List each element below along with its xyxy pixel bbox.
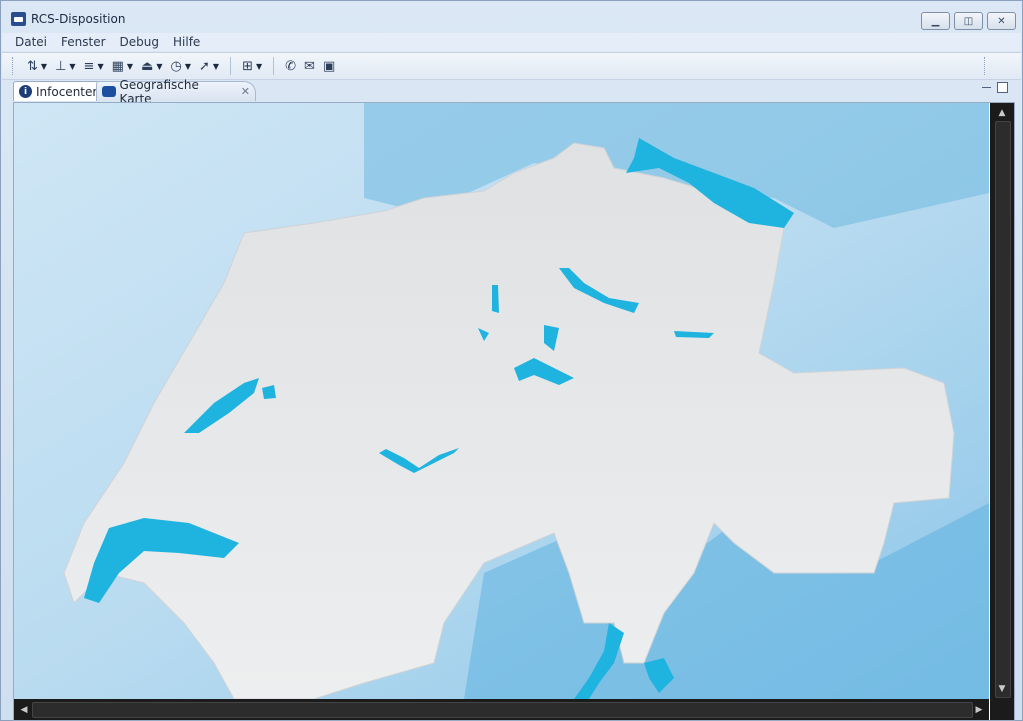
baseline-dropdown[interactable]: ⏏ ▼ [138,56,165,76]
horizontal-scroll-thumb[interactable] [32,702,973,718]
menu-datei[interactable]: Datei [15,35,47,49]
chevron-down-icon: ▼ [40,61,48,71]
scroll-right-icon[interactable]: ▶ [971,701,987,718]
close-icon: ✕ [997,15,1006,27]
contact-card-button[interactable]: ▣ [320,56,338,76]
north-arrow-dropdown[interactable]: ⇅ ▼ [24,56,50,76]
pointer-arrow-icon: ➚ [199,58,210,74]
scroll-left-icon[interactable]: ◀ [16,701,32,718]
map-view: ▲ ▼ ◀ ▶ [13,102,1015,721]
minimize-view-button[interactable] [982,87,991,88]
window-title: RCS-Disposition [31,12,126,26]
vertical-scroll-thumb[interactable] [995,121,1011,698]
close-tab-icon[interactable]: ✕ [241,85,250,98]
chevron-down-icon: ▼ [184,61,192,71]
toolbar-grip-right[interactable] [984,57,987,75]
clock-dropdown[interactable]: ◷ ▼ [168,56,195,76]
minimize-icon: ▁ [931,15,940,27]
tab-label: Infocenter [36,84,98,99]
line-style-icon: ≡ [83,58,95,74]
tab-geografische-karte[interactable]: Geografische Karte ✕ [96,78,256,106]
title-bar[interactable]: RCS-Disposition ▁ ◫ ✕ [1,1,1022,33]
envelope-button[interactable]: ✉ [301,56,318,76]
toolbar-grip[interactable] [12,57,16,75]
envelope-icon: ✉ [304,58,315,74]
map-icon [102,86,116,97]
app-icon [11,12,26,26]
scroll-down-icon[interactable]: ▼ [990,681,1014,697]
chevron-down-icon: ▼ [69,61,76,71]
line-style-dropdown[interactable]: ≡ ▼ [81,56,107,76]
phone-icon: ✆ [285,58,297,74]
baseline-icon: ⏏ [141,58,154,74]
restore-button[interactable]: ◫ [954,12,983,30]
grid-pattern-dropdown[interactable]: ▦ ▼ [109,56,136,76]
menu-fenster[interactable]: Fenster [61,35,106,49]
info-icon: i [19,85,32,98]
vertical-scrollbar[interactable]: ▲ ▼ [990,103,1014,699]
table-layout-dropdown[interactable]: ⊞ ▼ [239,56,265,76]
clock-icon: ◷ [170,58,182,74]
window-controls: ▁ ◫ ✕ [921,12,1016,30]
toolbar-separator [273,57,275,75]
small-lake-3 [492,285,499,313]
menu-debug[interactable]: Debug [120,35,159,49]
chevron-down-icon: ▼ [212,61,220,71]
scrollbar-corner [990,699,1014,720]
pointer-dropdown[interactable]: ➚ ▼ [196,56,222,76]
table-layout-icon: ⊞ [242,58,253,74]
chevron-down-icon: ▼ [126,61,134,71]
close-button[interactable]: ✕ [987,12,1016,30]
align-icon: ⊥ [55,58,67,74]
view-controls [982,82,1008,93]
north-arrow-icon: ⇅ [27,58,38,74]
scroll-up-icon[interactable]: ▲ [990,105,1014,121]
toolbar-separator [230,57,232,75]
phone-button[interactable]: ✆ [282,56,299,76]
chevron-down-icon: ▼ [97,61,104,71]
tab-infocenter[interactable]: i Infocenter [13,81,105,101]
chevron-down-icon: ▼ [156,61,163,71]
contact-card-icon: ▣ [322,58,336,74]
editor-tabs: i Infocenter Geografische Karte ✕ [13,78,1010,106]
restore-icon: ◫ [963,15,974,27]
horizontal-scrollbar[interactable]: ◀ ▶ [14,699,989,720]
menu-hilfe[interactable]: Hilfe [173,35,200,49]
align-dropdown[interactable]: ⊥ ▼ [52,56,78,76]
minimize-button[interactable]: ▁ [921,12,950,30]
switzerland-map[interactable] [14,103,989,699]
chevron-down-icon: ▼ [255,61,263,71]
grid-pattern-icon: ▦ [111,58,124,74]
app-window: RCS-Disposition ▁ ◫ ✕ Datei Fenster Debu… [0,0,1023,721]
maximize-view-button[interactable] [997,82,1008,93]
toolbar: ⇅ ▼ ⊥ ▼ ≡ ▼ ▦ ▼ ⏏ ▼ ◷ ▼ ➚ ▼ ⊞ ▼ ✆ ✉ ▣ [2,52,1021,80]
menu-bar: Datei Fenster Debug Hilfe [2,33,1021,51]
